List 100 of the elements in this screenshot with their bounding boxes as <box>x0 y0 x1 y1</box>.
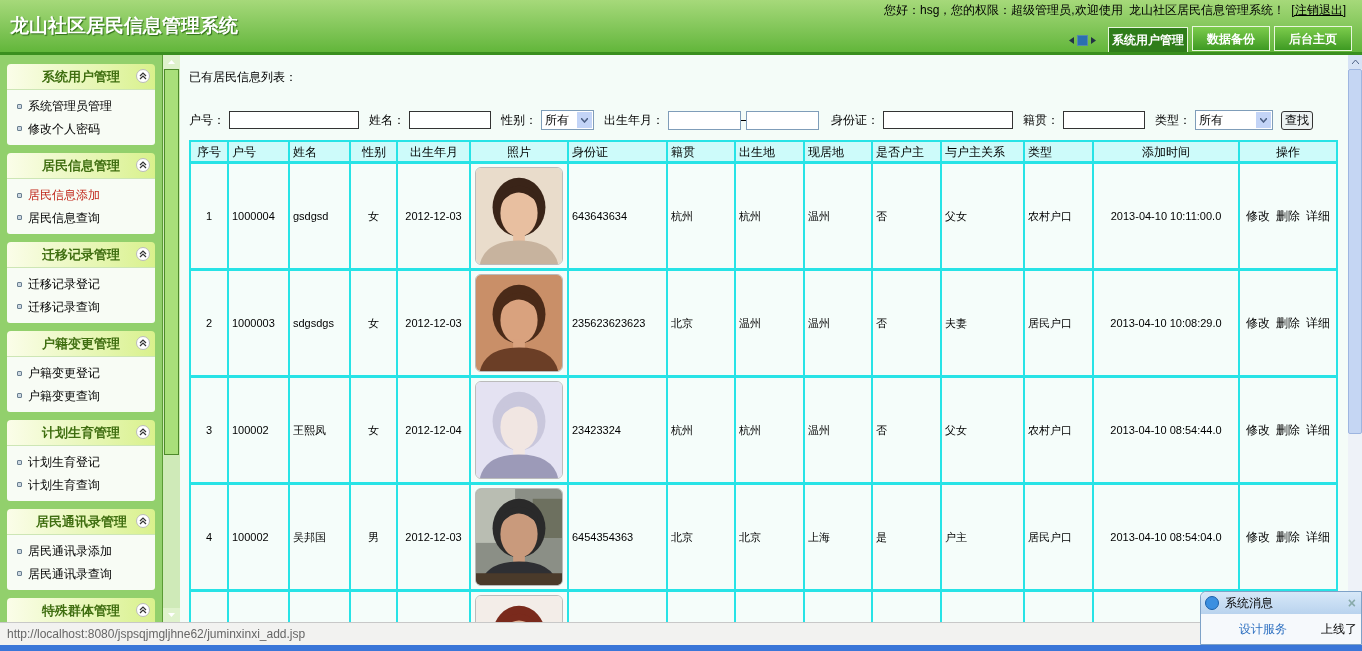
menu-group-title: 居民信息管理 <box>42 156 120 175</box>
filter-select[interactable]: 所有 <box>1195 110 1273 130</box>
table-cell-text: 父女 <box>945 422 967 438</box>
menu-group-header[interactable]: 系统用户管理 <box>7 64 155 89</box>
filter-label: 姓名： <box>369 112 405 129</box>
action-link[interactable]: 修改 <box>1246 314 1270 332</box>
menu-item[interactable]: 修改个人密码 <box>28 119 100 138</box>
menu-item[interactable]: 计划生育查询 <box>28 475 100 494</box>
table-cell-text: 夫妻 <box>945 315 967 331</box>
filter-select[interactable]: 所有 <box>541 110 594 130</box>
app-title: 龙山社区居民信息管理系统 <box>10 13 238 38</box>
filter-field[interactable] <box>409 111 491 129</box>
menu-item[interactable]: 计划生育登记 <box>28 453 100 472</box>
action-link[interactable]: 修改 <box>1246 528 1270 546</box>
menu-group-header[interactable]: 居民通讯录管理 <box>7 509 155 534</box>
menu-item[interactable]: 居民信息添加 <box>28 186 100 205</box>
popup-link[interactable]: 设计服务 <box>1239 620 1287 638</box>
table-cell-text: 王熙凤 <box>293 422 326 438</box>
collapse-icon[interactable] <box>136 247 150 261</box>
column-header: 序号 <box>197 143 221 161</box>
filter-label: 出生年月： <box>604 112 664 129</box>
action-link[interactable]: 删除 <box>1276 207 1300 225</box>
action-link[interactable]: 修改 <box>1246 207 1270 225</box>
menu-group-header[interactable]: 户籍变更管理 <box>7 331 155 356</box>
menu-group-title: 迁移记录管理 <box>42 245 120 264</box>
table-cell-text: 父女 <box>945 208 967 224</box>
table-cell-text: 北京 <box>671 529 693 545</box>
menu-item[interactable]: 户籍变更登记 <box>28 364 100 383</box>
menu-group-header[interactable]: 特殊群体管理 <box>7 598 155 622</box>
column-header: 类型 <box>1028 143 1052 161</box>
popup-title: 系统消息 <box>1225 595 1273 612</box>
collapse-icon[interactable] <box>136 425 150 439</box>
menu-item[interactable]: 居民通讯录查询 <box>28 564 112 583</box>
filter-field[interactable] <box>1063 111 1145 129</box>
table-cell-text: 女 <box>368 315 379 331</box>
collapse-icon[interactable] <box>136 603 150 617</box>
nav-tab[interactable]: 系统用户管理 <box>1108 27 1188 52</box>
action-link[interactable]: 详细 <box>1306 207 1330 225</box>
table-cell-text: 2013-04-10 10:08:29.0 <box>1110 315 1222 331</box>
scroll-up-icon[interactable] <box>1351 60 1359 64</box>
bullet-icon <box>17 571 22 577</box>
menu-group-header[interactable]: 居民信息管理 <box>7 153 155 178</box>
bullet-icon <box>17 482 22 488</box>
table-cell-text: 吴邦国 <box>293 529 326 545</box>
table-cell-text: 否 <box>876 422 887 438</box>
menu-group-title: 户籍变更管理 <box>42 334 120 353</box>
tab-scroll-icon[interactable] <box>1069 35 1096 46</box>
dropdown-icon <box>1256 112 1271 128</box>
date-field[interactable] <box>746 110 819 130</box>
table-cell-text: 2012-12-04 <box>405 422 462 438</box>
menu-item[interactable]: 户籍变更查询 <box>28 386 100 405</box>
column-header: 操作 <box>1276 143 1300 161</box>
bullet-icon <box>17 459 22 465</box>
table-cell-text: 2012-12-03 <box>405 208 462 224</box>
filter-label: 籍贯： <box>1023 112 1059 129</box>
table-cell-text: 温州 <box>808 422 830 438</box>
filter-field[interactable] <box>883 111 1013 129</box>
filter-field[interactable] <box>229 111 359 129</box>
menu-item[interactable]: 迁移记录查询 <box>28 297 100 316</box>
action-link[interactable]: 详细 <box>1306 421 1330 439</box>
table-cell-text: 2012-12-03 <box>405 315 462 331</box>
column-header: 籍贯 <box>671 143 695 161</box>
table-cell-text: 2012-12-03 <box>405 529 462 545</box>
bullet-icon <box>17 393 22 399</box>
menu-item[interactable]: 系统管理员管理 <box>28 97 112 116</box>
table-cell-text: 农村户口 <box>1028 422 1072 438</box>
menu-item[interactable]: 迁移记录登记 <box>28 275 100 294</box>
column-header: 姓名 <box>293 143 317 161</box>
collapse-icon[interactable] <box>136 69 150 83</box>
table-cell-text: 否 <box>876 208 887 224</box>
collapse-icon[interactable] <box>136 158 150 172</box>
date-field[interactable] <box>668 110 741 130</box>
table-cell-text: 2013-04-10 10:11:00.0 <box>1110 208 1222 224</box>
bullet-icon <box>17 215 22 221</box>
action-link[interactable]: 删除 <box>1276 421 1300 439</box>
column-header: 与户主关系 <box>945 143 1005 161</box>
collapse-icon[interactable] <box>136 514 150 528</box>
search-button[interactable]: 查找 <box>1281 110 1313 130</box>
column-header: 现居地 <box>808 143 844 161</box>
action-link[interactable]: 修改 <box>1246 421 1270 439</box>
column-header: 身份证 <box>572 143 608 161</box>
table-cell-text: 杭州 <box>671 208 693 224</box>
table-cell-text: 温州 <box>808 315 830 331</box>
action-link[interactable]: 删除 <box>1276 314 1300 332</box>
column-header: 出生年月 <box>409 143 458 161</box>
bullet-icon <box>17 281 22 287</box>
action-link[interactable]: 删除 <box>1276 528 1300 546</box>
menu-item[interactable]: 居民信息查询 <box>28 208 100 227</box>
table-cell-text: 否 <box>876 315 887 331</box>
menu-group-header[interactable]: 迁移记录管理 <box>7 242 155 267</box>
table-cell-text: 1 <box>205 208 213 224</box>
collapse-icon[interactable] <box>136 336 150 350</box>
action-link[interactable]: 详细 <box>1306 528 1330 546</box>
column-header: 添加时间 <box>1142 143 1190 161</box>
menu-item[interactable]: 居民通讯录添加 <box>28 542 112 561</box>
table-cell-text: 1000004 <box>232 208 275 224</box>
action-link[interactable]: 详细 <box>1306 314 1330 332</box>
menu-group-title: 系统用户管理 <box>42 67 120 86</box>
logout-link[interactable]: [注销退出] <box>1291 1 1346 19</box>
menu-group-header[interactable]: 计划生育管理 <box>7 420 155 445</box>
